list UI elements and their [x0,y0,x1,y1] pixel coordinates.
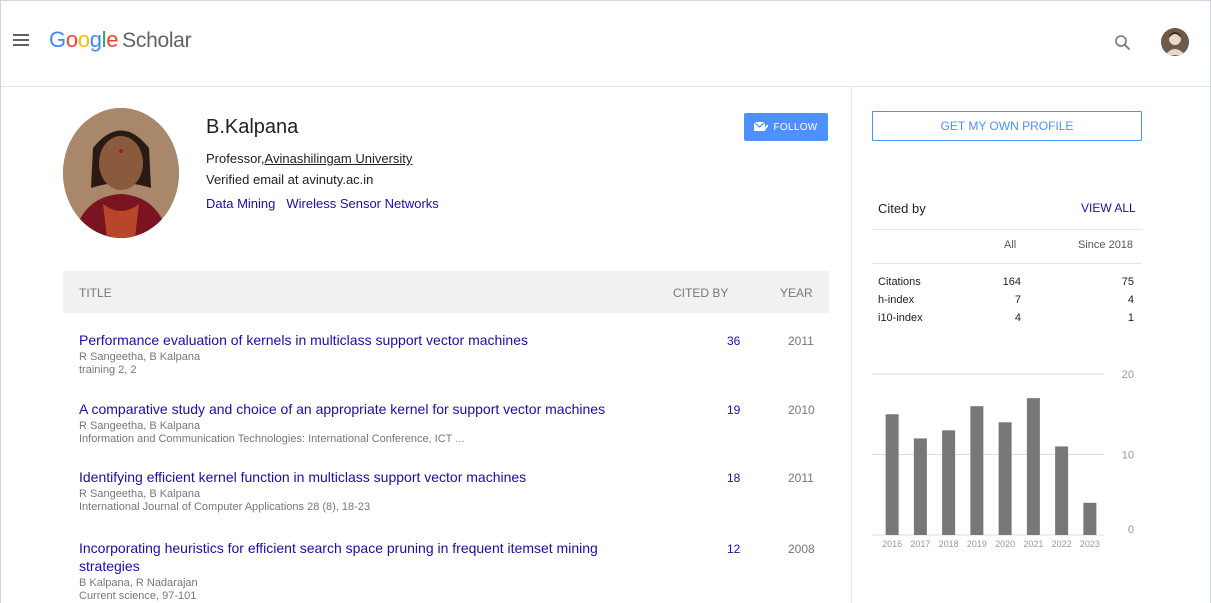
cited-by-heading: Cited by [878,201,926,216]
article-venue: training 2, 2 [79,364,137,376]
divider [872,263,1142,264]
citations-per-year-chart: 20 10 0 2016 2017 2018 2019 2020 2021 2022 2023 [872,369,1134,549]
article-authors: R Sangeetha, B Kalpana [79,351,201,363]
articles-table-header: TITLE CITED BY YEAR [63,271,829,313]
interest-data-mining[interactable]: Data Mining [206,196,275,211]
sort-by-title[interactable]: TITLE [79,286,112,300]
bar-2021[interactable] [1026,398,1040,535]
stat-since: 75 [1121,276,1134,288]
cited-count[interactable]: 19 [727,403,740,417]
verified-email: Verified email at avinuty.ac.in [206,172,374,187]
divider [872,229,1142,230]
page-frame: Google Scholar B.Kalpana Professor,Avinas… [0,0,1211,603]
profile-name: B.Kalpana [206,116,299,138]
x-tick-label: 2019 [967,539,987,549]
bar-2023[interactable] [1083,502,1097,535]
profile-photo [63,108,179,238]
bar-2022[interactable] [1055,446,1069,535]
top-bar: Google Scholar [1,1,1210,87]
cited-count[interactable]: 18 [727,471,740,485]
stat-all: 7 [1014,294,1021,306]
view-all-link[interactable]: VIEW ALL [1081,201,1136,215]
stat-since: 1 [1127,312,1134,324]
sort-by-year[interactable]: YEAR [780,286,813,300]
article-year: 2011 [788,334,814,348]
institution-link[interactable]: Avinashilingam University [265,151,413,166]
research-interests: Data Mining Wireless Sensor Networks [206,196,450,211]
follow-button[interactable]: FOLLOW [744,113,828,141]
article-venue: Information and Communication Technologi… [79,433,465,445]
sort-by-cited[interactable]: CITED BY [673,286,728,300]
x-tick-label: 2021 [1023,539,1043,549]
bar-2016[interactable] [885,414,899,535]
y-tick-label: 20 [1122,369,1134,381]
stat-since: 4 [1127,294,1134,306]
get-my-own-profile-button[interactable]: GET MY OWN PROFILE [872,111,1142,141]
article-authors: R Sangeetha, B Kalpana [79,488,201,500]
article-authors: R Sangeetha, B Kalpana [79,420,201,432]
article-authors: B Kalpana, R Nadarajan [79,577,198,589]
stat-label: i10-index [878,312,923,324]
article-venue: International Journal of Computer Applic… [79,501,371,513]
article-venue: Current science, 97-101 [79,590,197,602]
google-scholar-logo[interactable]: Google Scholar [49,27,192,53]
bar-2017[interactable] [913,438,927,535]
profile-affiliation: Professor,Avinashilingam University [206,151,412,166]
avatar-icon[interactable] [1161,28,1189,56]
x-tick-label: 2022 [1052,539,1072,549]
article-title[interactable]: Identifying efficient kernel function in… [79,468,639,486]
article-title[interactable]: Incorporating heuristics for efficient s… [79,539,639,575]
article-title[interactable]: Performance evaluation of kernels in mul… [79,331,639,349]
stats-col-all: All [1004,239,1017,251]
product-name: Scholar [122,29,192,52]
sidebar-divider [851,87,852,603]
stat-all: 4 [1014,312,1021,324]
cited-count[interactable]: 36 [727,334,740,348]
x-tick-label: 2018 [939,539,959,549]
article-title[interactable]: A comparative study and choice of an app… [79,400,679,418]
x-tick-label: 2023 [1080,539,1100,549]
hamburger-menu-icon[interactable] [13,34,29,48]
y-tick-label: 10 [1122,450,1134,462]
y-tick-label: 0 [1128,524,1134,536]
article-year: 2008 [788,542,815,556]
interest-wireless-sensor-networks[interactable]: Wireless Sensor Networks [286,196,438,211]
x-tick-label: 2017 [910,539,930,549]
bar-2018[interactable] [942,430,956,535]
x-tick-label: 2020 [995,539,1015,549]
stat-all: 164 [1002,276,1021,288]
stat-label: Citations [878,276,921,288]
stat-label: h-index [878,294,915,306]
article-year: 2011 [788,471,814,485]
search-icon[interactable] [1114,34,1132,52]
follow-icon [754,121,769,131]
article-year: 2010 [788,403,815,417]
cited-count[interactable]: 12 [727,542,740,556]
x-tick-label: 2016 [882,539,902,549]
bar-2020[interactable] [998,422,1012,535]
stats-col-since: Since 2018 [1078,239,1134,251]
bar-2019[interactable] [970,406,984,535]
position: Professor, [206,151,265,166]
